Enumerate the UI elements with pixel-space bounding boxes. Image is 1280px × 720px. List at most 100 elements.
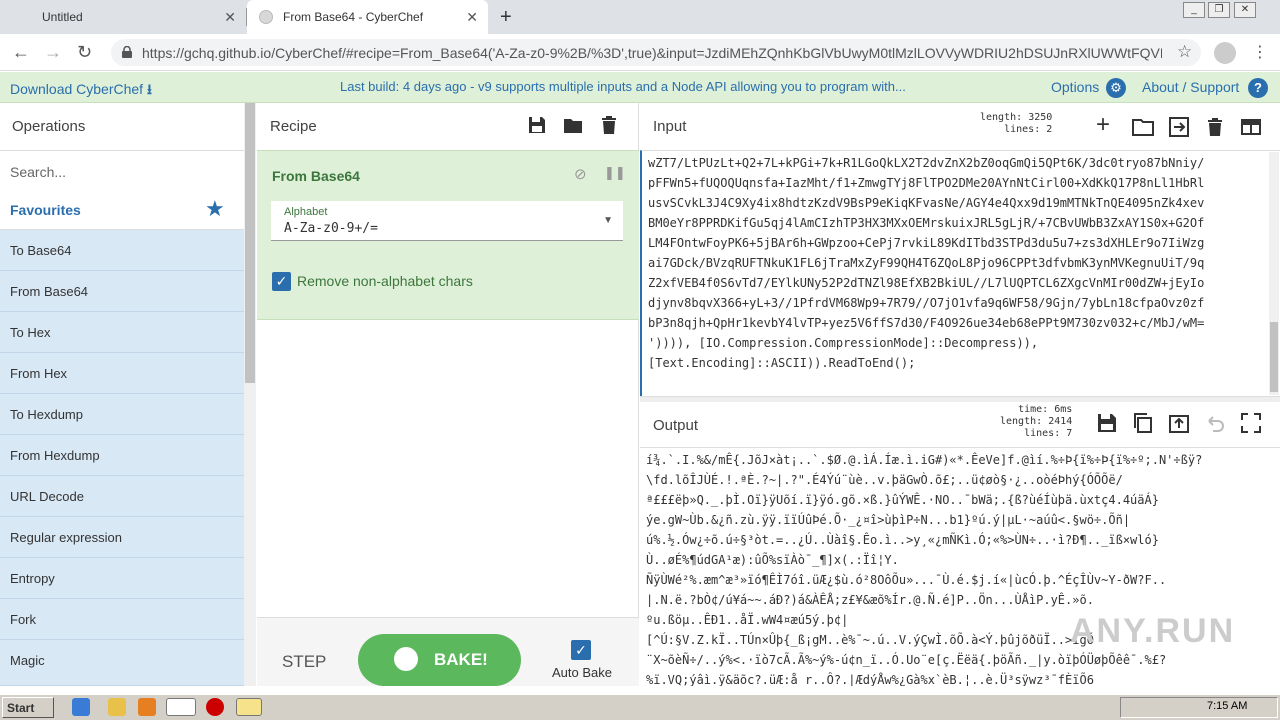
bookmark-star-icon[interactable]: ☆ [1177, 42, 1192, 62]
ie-icon[interactable] [72, 698, 90, 716]
length-label: length: [980, 112, 1023, 123]
disable-icon[interactable]: ⊘ [574, 165, 587, 183]
auto-bake-checkbox[interactable]: ✓ [571, 640, 591, 660]
minimize-icon[interactable]: _ [1183, 2, 1205, 18]
reload-icon[interactable]: ↻ [77, 42, 92, 63]
close-icon[interactable]: ✕ [224, 9, 236, 26]
replace-input-icon[interactable] [1168, 412, 1190, 434]
recipe-op-name: From Base64 [272, 168, 360, 184]
window-close-icon[interactable]: ✕ [1234, 2, 1256, 18]
build-prefix: Last build: [340, 79, 400, 94]
op-fork[interactable]: Fork [0, 599, 244, 640]
options-link[interactable]: Options [1051, 79, 1099, 95]
op-from-hexdump[interactable]: From Hexdump [0, 435, 244, 476]
bake-button[interactable]: BAKE! [358, 634, 521, 686]
info-banner: Download CyberChef ⭳ Last build: 4 days … [0, 72, 1280, 103]
notepad-taskbar-button[interactable] [236, 698, 262, 716]
opera-icon[interactable] [206, 698, 224, 716]
build-message: Last build: 4 days ago - v9 supports mul… [340, 79, 906, 94]
close-icon[interactable]: ✕ [466, 9, 478, 26]
input-stats: length: 3250 lines: 2 [980, 112, 1052, 136]
input-scrollbar[interactable] [1269, 152, 1279, 395]
download-label: Download CyberChef [10, 81, 144, 97]
open-folder-icon[interactable] [1132, 116, 1154, 138]
remove-nonalpha-checkbox[interactable]: ✓ [272, 272, 291, 291]
recipe-op-from-base64: From Base64 ⊘ ❚❚ Alphabet A-Za-z0-9+/= ▼… [257, 150, 639, 320]
step-button[interactable]: STEP [282, 652, 326, 672]
recipe-title: Recipe [270, 118, 317, 135]
recipe-panel: Recipe From Base64 ⊘ ❚❚ Alphabet A-Za-z0… [257, 103, 639, 686]
undo-icon[interactable] [1204, 412, 1226, 434]
op-from-hex[interactable]: From Hex [0, 353, 244, 394]
op-to-hex[interactable]: To Hex [0, 312, 244, 353]
start-label: Start [7, 701, 35, 715]
build-age-link[interactable]: 4 days ago [403, 79, 467, 94]
start-button[interactable]: Start [2, 697, 54, 718]
save-output-icon[interactable] [1096, 412, 1118, 434]
profile-avatar-icon[interactable] [1214, 42, 1236, 64]
favourites-header[interactable]: Favourites ★ [0, 191, 244, 230]
open-file-icon[interactable] [1168, 116, 1190, 138]
url-text[interactable]: https://gchq.github.io/CyberChef/#recipe… [142, 45, 1162, 61]
chevron-down-icon: ▼ [603, 215, 613, 226]
pause-icon[interactable]: ❚❚ [604, 165, 626, 181]
clear-input-icon[interactable] [1204, 116, 1226, 138]
download-link[interactable]: Download CyberChef ⭳ [10, 79, 152, 103]
op-entropy[interactable]: Entropy [0, 558, 244, 599]
op-from-base64[interactable]: From Base64 [0, 271, 244, 312]
system-tray [1120, 697, 1278, 718]
trash-icon[interactable] [599, 115, 619, 135]
remove-nonalpha-label[interactable]: Remove non-alphabet chars [297, 273, 473, 289]
folder-icon[interactable] [563, 115, 583, 135]
back-icon[interactable]: ← [12, 42, 30, 63]
star-icon[interactable]: ★ [205, 196, 225, 222]
explorer-icon[interactable] [108, 698, 126, 716]
output-length: 2414 [1048, 416, 1073, 427]
watermark-logo: ANY.RUN [1070, 612, 1236, 650]
length-label: length: [1000, 416, 1043, 427]
output-title: Output [653, 417, 699, 434]
alphabet-value: A-Za-z0-9+/= [284, 221, 378, 236]
input-textarea[interactable]: wZT7/LtPUzLt+Q2+7L+kPGi+7k+R1LGoQkLX2T2d… [640, 150, 1280, 396]
alphabet-label: Alphabet [284, 206, 328, 218]
build-suffix[interactable]: - v9 supports multiple inputs and a Node… [467, 79, 906, 94]
output-stats: time: 6ms length: 2414 lines: 7 [1000, 404, 1072, 440]
lines-label: lines: [1004, 124, 1041, 135]
input-title: Input [653, 118, 687, 135]
maximize-icon[interactable] [1240, 412, 1262, 434]
op-to-base64[interactable]: To Base64 [0, 230, 244, 271]
op-to-hexdump[interactable]: To Hexdump [0, 394, 244, 435]
favicon-icon [259, 10, 273, 24]
restore-icon[interactable]: ❐ [1208, 2, 1230, 18]
add-input-icon[interactable]: + [1096, 113, 1118, 138]
help-icon[interactable]: ? [1248, 78, 1268, 98]
bake-label: BAKE! [434, 650, 488, 669]
operations-scrollbar[interactable] [244, 103, 256, 686]
media-player-icon[interactable] [138, 698, 156, 716]
tab-title: From Base64 - CyberChef [283, 10, 424, 24]
chef-icon [394, 647, 418, 671]
layout-icon[interactable] [1240, 116, 1262, 138]
gear-icon[interactable]: ⚙ [1106, 78, 1126, 98]
scrollbar-thumb[interactable] [245, 103, 255, 383]
tab-cyberchef[interactable]: From Base64 - CyberChef ✕ [247, 0, 488, 34]
options-label: Options [1051, 79, 1100, 95]
forward-icon[interactable]: → [44, 42, 62, 63]
op-magic[interactable]: Magic [0, 640, 244, 686]
save-icon[interactable] [527, 115, 547, 135]
alphabet-select[interactable]: Alphabet A-Za-z0-9+/= ▼ [271, 201, 623, 241]
op-regular-expression[interactable]: Regular expression [0, 517, 244, 558]
op-url-decode[interactable]: URL Decode [0, 476, 244, 517]
scrollbar-thumb[interactable] [1270, 322, 1278, 392]
lines-label: lines: [1024, 428, 1061, 439]
about-support-link[interactable]: About / Support [1142, 79, 1239, 95]
taskbar: Start 7:15 AM [0, 694, 1280, 720]
new-tab-icon[interactable]: + [500, 6, 512, 29]
copy-icon[interactable] [1132, 412, 1154, 434]
operations-search-input[interactable]: Search... [0, 150, 244, 192]
chrome-taskbar-button[interactable] [166, 698, 196, 716]
output-lines: 7 [1066, 428, 1073, 439]
menu-kebab-icon[interactable]: ⋮ [1252, 42, 1268, 62]
operations-title: Operations [12, 118, 86, 135]
tab-untitled[interactable]: Untitled ✕ [0, 0, 246, 34]
